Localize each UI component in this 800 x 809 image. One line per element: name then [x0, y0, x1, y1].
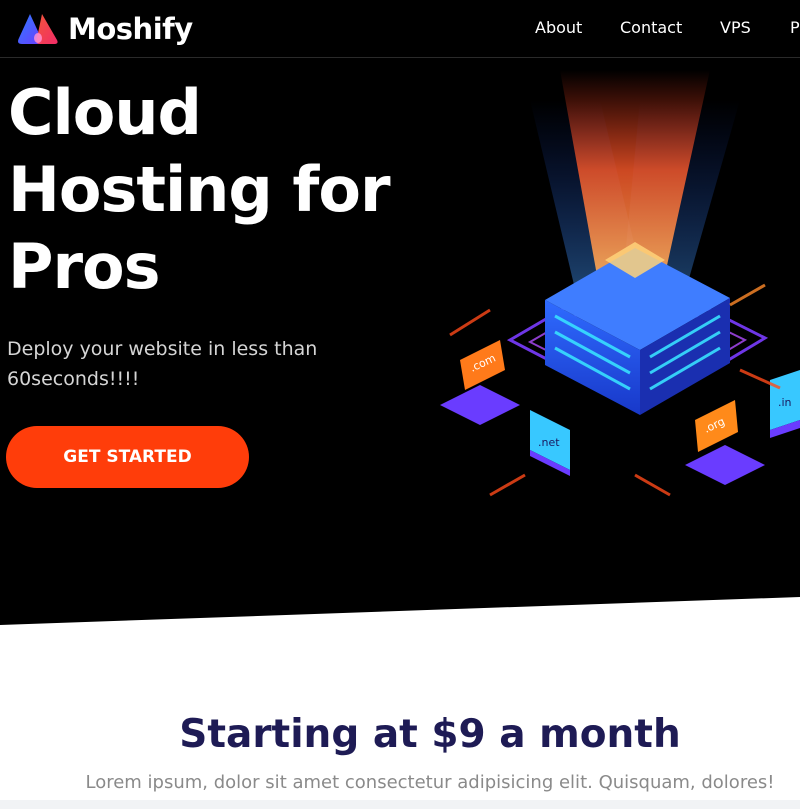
bottom-strip: [0, 800, 800, 809]
hero-title-line-3: Pros: [8, 230, 161, 303]
pricing-subtitle: Lorem ipsum, dolor sit amet consectetur …: [85, 772, 775, 793]
hero-subtitle: Deploy your website in less than 60secon…: [7, 338, 318, 390]
laptop-com-icon: .com: [440, 340, 520, 425]
get-started-button[interactable]: GET STARTED: [6, 426, 249, 488]
label-net: .net: [538, 436, 560, 449]
monitor-net-icon: .net: [530, 410, 570, 476]
hero-title-line-2: Hosting for: [8, 153, 391, 226]
hero-title: Cloud Hosting for Pros: [8, 74, 428, 305]
nav-link-contact[interactable]: Contact: [620, 18, 682, 37]
nav-links: About Contact VPS P: [0, 18, 800, 40]
nav-link-about[interactable]: About: [535, 18, 582, 37]
laptop-org-icon: .org: [685, 400, 765, 485]
pricing-title: Starting at $9 a month: [179, 712, 681, 757]
nav-link-truncated[interactable]: P: [790, 18, 800, 37]
navbar: Moshify About Contact VPS P: [0, 0, 800, 58]
hero-title-line-1: Cloud: [8, 76, 202, 149]
tablet-in-icon: .in: [770, 370, 800, 438]
label-in: .in: [778, 396, 792, 409]
nav-link-vps[interactable]: VPS: [720, 18, 751, 37]
server-illustration: .com .net .org .in: [440, 70, 800, 497]
